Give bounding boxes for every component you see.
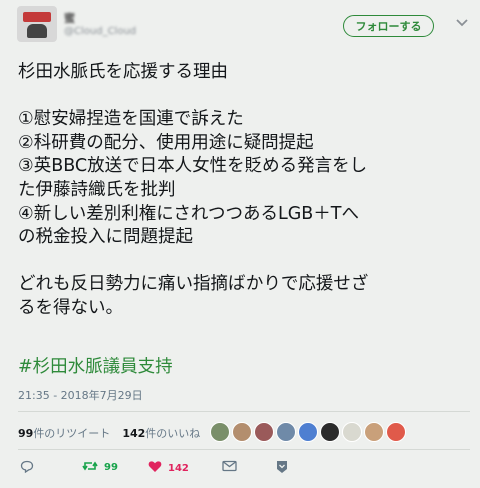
hashtag-link[interactable]: #杉田水脈議員支持 bbox=[18, 353, 173, 378]
user-handle[interactable]: @Cloud_Cloud bbox=[64, 26, 136, 37]
tweet-text: 杉田水脈氏を応援する理由 ①慰安婦捏造を国連で訴えた ②科研費の配分、使用用途に疑問… bbox=[18, 61, 468, 321]
message-button[interactable] bbox=[222, 460, 237, 475]
like-count: 142 bbox=[168, 462, 189, 474]
display-name[interactable]: 蜜 bbox=[64, 10, 75, 26]
liker-avatar[interactable] bbox=[342, 422, 362, 442]
reply-icon bbox=[20, 460, 34, 476]
avatar[interactable] bbox=[17, 6, 57, 42]
liker-avatar[interactable] bbox=[276, 422, 296, 442]
retweet-count: 99 bbox=[104, 462, 118, 473]
tweet-line: ①慰安婦捏造を国連で訴えた bbox=[18, 109, 244, 130]
tweet-line bbox=[18, 85, 468, 109]
tweet-line: ④新しい差別利権にされつつあるLGB＋Tへ bbox=[18, 203, 359, 224]
reply-button[interactable] bbox=[20, 460, 34, 476]
tweet-line: の税金投入に問題提起 bbox=[18, 227, 193, 248]
liker-avatar[interactable] bbox=[254, 422, 274, 442]
timestamp[interactable]: 21:35 - 2018年7月29日 bbox=[18, 387, 143, 403]
liker-avatar[interactable] bbox=[210, 422, 230, 442]
shield-icon bbox=[276, 460, 288, 477]
divider bbox=[18, 411, 470, 412]
liker-avatar[interactable] bbox=[232, 422, 252, 442]
liker-avatar[interactable] bbox=[386, 422, 406, 442]
retweet-icon bbox=[82, 460, 98, 475]
engagement-stats: 99件のリツイート 142件のいいね bbox=[18, 425, 200, 441]
like-stat[interactable]: 142件のいいね bbox=[122, 425, 200, 441]
tweet-card: 蜜 @Cloud_Cloud フォローする 杉田水脈氏を応援する理由 ①慰安婦捏造… bbox=[0, 0, 480, 488]
divider bbox=[18, 449, 470, 450]
chevron-down-icon[interactable] bbox=[455, 16, 469, 30]
tweet-line: 杉田水脈氏を応援する理由 bbox=[18, 62, 228, 82]
mail-icon bbox=[222, 460, 237, 475]
tweet-line: た伊藤詩織氏を批判 bbox=[18, 179, 176, 200]
liker-avatars bbox=[210, 422, 408, 442]
retweet-button[interactable]: 99 bbox=[82, 460, 118, 475]
liker-avatar[interactable] bbox=[364, 422, 384, 442]
action-bar: 99 142 bbox=[18, 460, 468, 478]
follow-button[interactable]: フォローする bbox=[343, 15, 434, 37]
like-button[interactable]: 142 bbox=[148, 460, 189, 476]
tweet-line: ②科研費の配分、使用用途に疑問提起 bbox=[18, 132, 314, 153]
retweet-stat[interactable]: 99件のリツイート bbox=[18, 425, 110, 441]
tweet-line bbox=[18, 250, 468, 274]
tweet-line: るを得ない。 bbox=[18, 297, 123, 318]
tweet-line: どれも反日勢力に痛い指摘ばかりで応援せざ bbox=[18, 274, 369, 295]
liker-avatar[interactable] bbox=[320, 422, 340, 442]
heart-icon bbox=[148, 460, 162, 476]
liker-avatar[interactable] bbox=[298, 422, 318, 442]
bookmark-button[interactable] bbox=[276, 460, 288, 477]
tweet-line: ③英BBC放送で日本人女性を貶める発言をし bbox=[18, 156, 368, 177]
